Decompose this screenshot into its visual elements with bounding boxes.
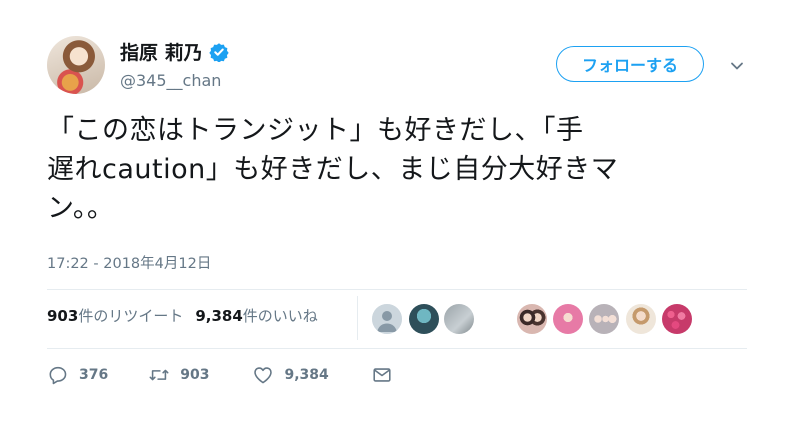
divider — [47, 348, 747, 349]
retweet-count: 903 — [180, 367, 210, 383]
user-display-name[interactable]: 指原 莉乃 — [120, 38, 229, 65]
retweet-button[interactable]: 903 — [148, 364, 209, 386]
liker-avatar[interactable] — [517, 304, 547, 334]
tweet-timestamp[interactable]: 17:22 - 2018年4月12日 — [47, 252, 211, 273]
liker-avatar[interactable] — [626, 304, 656, 334]
like-button[interactable]: 9,384 — [252, 364, 329, 386]
liker-avatar[interactable] — [372, 304, 402, 334]
direct-message-button[interactable] — [371, 364, 393, 386]
user-handle[interactable]: @345__chan — [120, 71, 221, 90]
heart-icon — [254, 367, 273, 384]
like-stat-count: 9,384 — [195, 307, 243, 325]
liker-avatar[interactable] — [589, 304, 619, 334]
stats-separator — [357, 296, 358, 340]
envelope-icon — [373, 368, 391, 382]
tweet-text-line: ン。。 — [47, 193, 115, 224]
liker-avatar[interactable] — [444, 304, 474, 334]
reply-icon — [49, 366, 67, 385]
liker-avatar[interactable] — [662, 304, 692, 334]
divider — [47, 289, 747, 290]
verified-badge-icon — [208, 42, 229, 62]
tweet-stats: 903件のリツイート 9,384件のいいね — [47, 305, 318, 326]
liker-avatar[interactable] — [553, 304, 583, 334]
like-stat-label: 件のいいね — [242, 307, 318, 325]
retweet-stat[interactable]: 903件のリツイート — [47, 305, 183, 326]
reply-button[interactable]: 376 — [47, 364, 108, 386]
tweet-actions: 376 903 9,384 — [47, 364, 393, 386]
retweet-icon — [149, 369, 169, 381]
display-name-text: 指原 莉乃 — [120, 42, 203, 64]
user-avatar[interactable] — [47, 36, 105, 94]
chevron-down-icon[interactable] — [729, 58, 745, 74]
retweet-stat-count: 903 — [47, 307, 79, 325]
default-avatar-icon — [372, 304, 402, 334]
liker-avatar[interactable] — [409, 304, 439, 334]
tweet-text: 「この恋はトランジット」も好きだし、「手 遅れcaution」も好きだし、まじ自… — [47, 111, 747, 228]
like-stat[interactable]: 9,384件のいいね — [195, 305, 317, 326]
follow-button[interactable]: フォローする — [556, 46, 704, 82]
tweet-text-line: 遅れcaution」も好きだし、まじ自分大好きマ — [47, 154, 619, 185]
reply-count: 376 — [79, 367, 109, 383]
tweet-text-line: 「この恋はトランジット」も好きだし、「手 — [47, 115, 584, 146]
like-count: 9,384 — [284, 367, 329, 383]
retweet-stat-label: 件のリツイート — [78, 307, 184, 325]
